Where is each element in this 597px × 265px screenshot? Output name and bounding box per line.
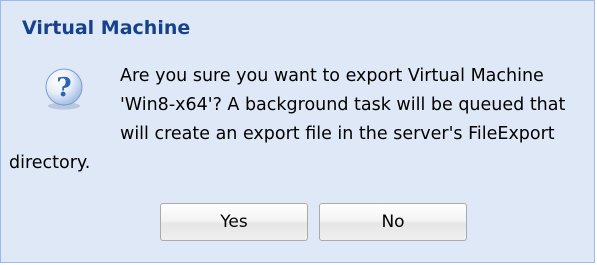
- dialog-header[interactable]: Virtual Machine: [1, 1, 594, 47]
- yes-button[interactable]: Yes: [160, 203, 308, 241]
- dialog-body: ? Are you sure you want to export Virtua…: [9, 47, 589, 256]
- dialog-message: Are you sure you want to export Virtual …: [9, 62, 581, 178]
- export-confirm-dialog: Virtual Machine ? Are you sure you want …: [0, 0, 595, 263]
- no-button[interactable]: No: [319, 203, 467, 241]
- icon-spacer: [9, 62, 120, 149]
- dialog-title: Virtual Machine: [22, 17, 191, 39]
